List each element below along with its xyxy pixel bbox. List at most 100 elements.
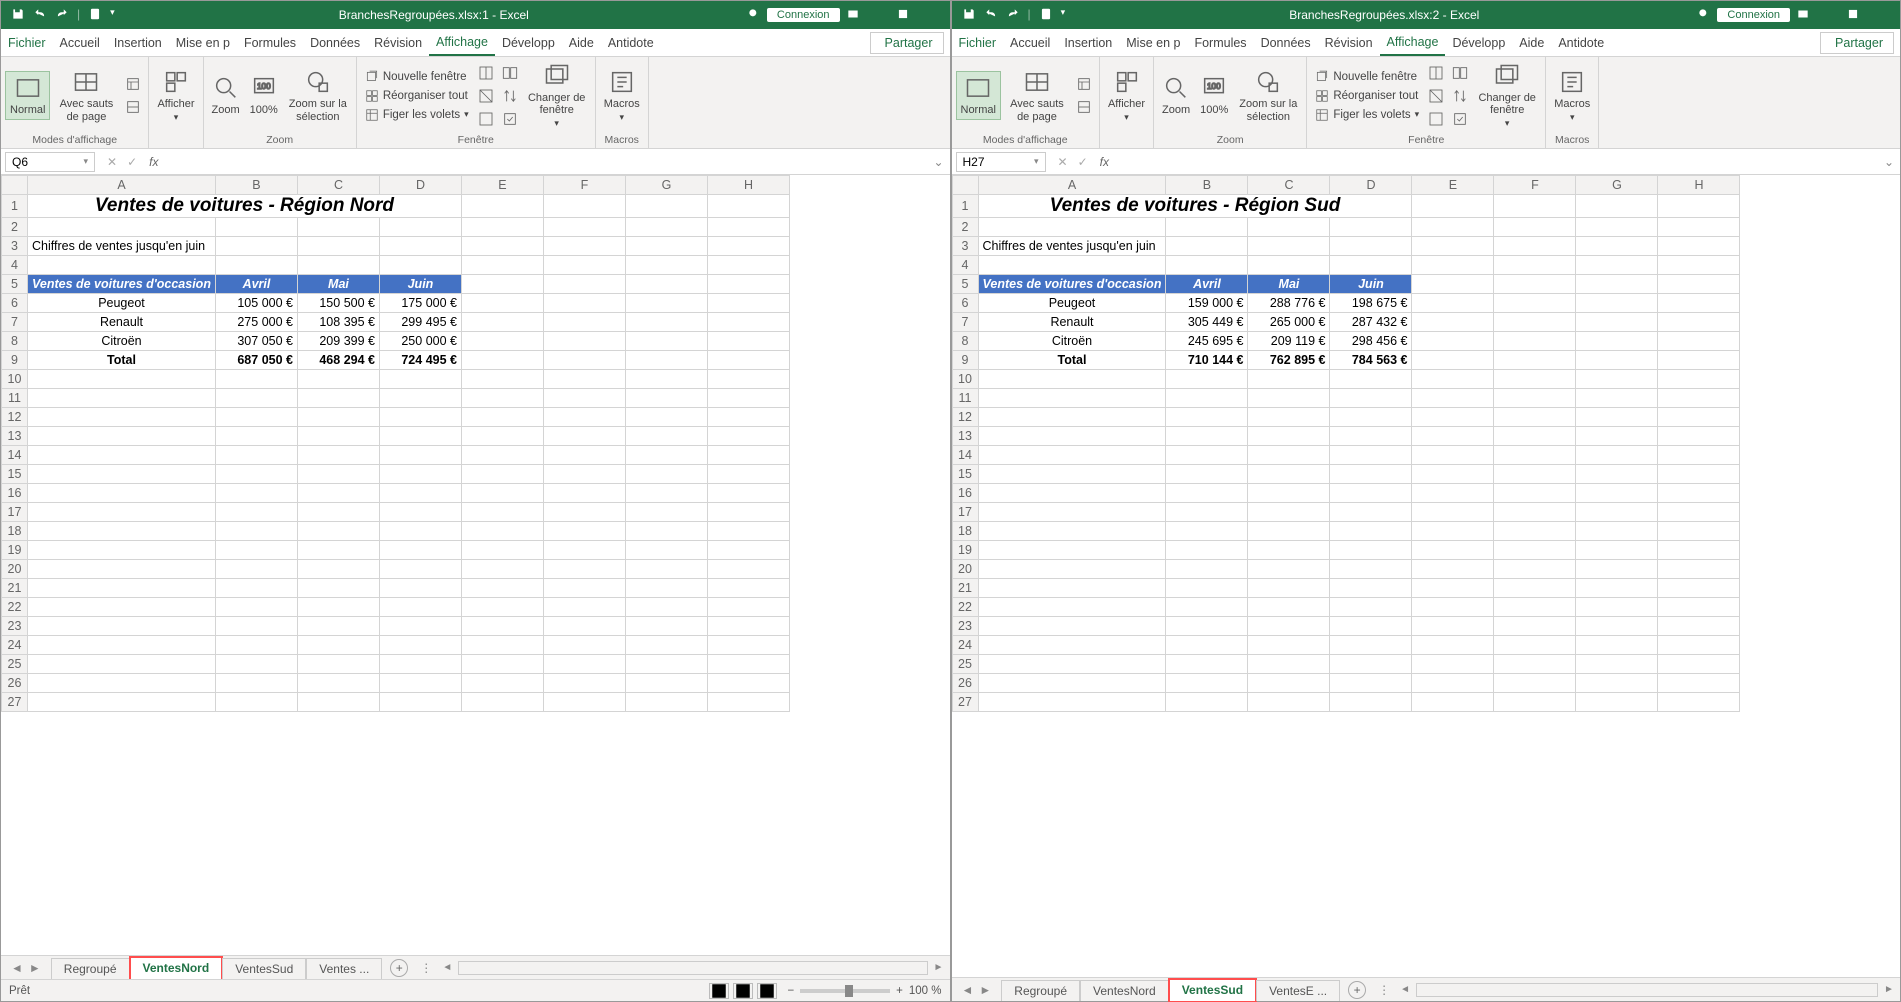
ribbon-display-icon[interactable] [1796,7,1810,24]
cell-H9[interactable] [1658,351,1740,370]
cell-A13[interactable] [28,427,216,446]
cell-B18[interactable] [1166,522,1248,541]
row-header-15[interactable]: 15 [952,465,978,484]
cell-G12[interactable] [1576,408,1658,427]
tab-formules[interactable]: Formules [1187,31,1253,55]
cell-B20[interactable] [1166,560,1248,579]
arrange-all-button[interactable]: Réorganiser tout [1311,87,1423,105]
cell-A19[interactable] [28,541,216,560]
cell-B20[interactable] [215,560,297,579]
zoom-button[interactable]: Zoom [208,72,244,118]
cell-E18[interactable] [461,522,543,541]
cell-C16[interactable] [1248,484,1330,503]
new-window-button[interactable]: Nouvelle fenêtre [1311,68,1423,86]
cell-G3[interactable] [625,237,707,256]
cell-D26[interactable] [379,674,461,693]
cell-E1[interactable] [1412,195,1494,218]
row-header-13[interactable]: 13 [2,427,28,446]
cell-H11[interactable] [707,389,789,408]
add-sheet-button[interactable]: + [1348,981,1366,999]
freeze-panes-button[interactable]: Figer les volets ▾ [361,106,473,124]
view-layout-status-icon[interactable] [733,983,753,999]
cell-C5[interactable]: Mai [297,275,379,294]
unhide-icon[interactable] [475,108,497,130]
cell-A8[interactable]: Citroën [978,332,1166,351]
cell-A9[interactable]: Total [28,351,216,370]
cell-G9[interactable] [625,351,707,370]
row-header-3[interactable]: 3 [952,237,978,256]
cell-G27[interactable] [1576,693,1658,712]
cell-C10[interactable] [1248,370,1330,389]
cell-F8[interactable] [543,332,625,351]
row-header-10[interactable]: 10 [2,370,28,389]
cell-D16[interactable] [379,484,461,503]
cell-A5[interactable]: Ventes de voitures d'occasion [978,275,1166,294]
view-side-icon[interactable] [499,62,521,84]
cell-G13[interactable] [1576,427,1658,446]
cell-A19[interactable] [978,541,1166,560]
cell-G16[interactable] [1576,484,1658,503]
touch-icon[interactable] [1039,7,1053,24]
row-header-12[interactable]: 12 [2,408,28,427]
row-header-1[interactable]: 1 [2,195,28,218]
connexion-button[interactable]: Connexion [767,8,840,22]
row-header-10[interactable]: 10 [952,370,978,389]
cell-E13[interactable] [1412,427,1494,446]
cell-H18[interactable] [707,522,789,541]
cell-F20[interactable] [543,560,625,579]
zoom-level[interactable]: 100 % [909,985,942,997]
cell-C23[interactable] [297,617,379,636]
row-header-26[interactable]: 26 [2,674,28,693]
cell-C23[interactable] [1248,617,1330,636]
cell-E14[interactable] [1412,446,1494,465]
cell-E25[interactable] [1412,655,1494,674]
cell-F17[interactable] [1494,503,1576,522]
cell-F21[interactable] [1494,579,1576,598]
share-button[interactable]: Partager [870,32,944,54]
sheet-tab-VentesNord[interactable]: VentesNord [1080,980,1169,1001]
cell-A23[interactable] [978,617,1166,636]
cell-D12[interactable] [379,408,461,427]
cell-G24[interactable] [1576,636,1658,655]
tab-antidote[interactable]: Antidote [1551,31,1611,55]
cell-E8[interactable] [1412,332,1494,351]
afficher-button[interactable]: Afficher▾ [153,66,198,124]
cell-H16[interactable] [1658,484,1740,503]
cell-E4[interactable] [1412,256,1494,275]
cell-D7[interactable]: 287 432 € [1330,313,1412,332]
cell-C4[interactable] [1248,256,1330,275]
cell-A10[interactable] [978,370,1166,389]
cell-H10[interactable] [1658,370,1740,389]
zoom-selection-button[interactable]: Zoom sur la sélection [284,66,352,124]
cell-A1[interactable]: Ventes de voitures - Région Sud [978,195,1412,218]
cell-E15[interactable] [1412,465,1494,484]
cell-D10[interactable] [379,370,461,389]
custom-views-icon[interactable] [122,96,144,118]
cell-H22[interactable] [1658,598,1740,617]
cell-G4[interactable] [1576,256,1658,275]
redo-icon[interactable] [55,7,69,24]
cell-F19[interactable] [1494,541,1576,560]
cell-F11[interactable] [543,389,625,408]
cell-G22[interactable] [625,598,707,617]
redo-icon[interactable] [1006,7,1020,24]
cell-E3[interactable] [1412,237,1494,256]
cell-A21[interactable] [28,579,216,598]
cell-D19[interactable] [1330,541,1412,560]
cell-C20[interactable] [1248,560,1330,579]
cell-B14[interactable] [215,446,297,465]
cell-A11[interactable] [28,389,216,408]
cell-D19[interactable] [379,541,461,560]
cell-C20[interactable] [297,560,379,579]
tab-affichage[interactable]: Affichage [429,30,495,56]
cell-E5[interactable] [461,275,543,294]
unhide-icon[interactable] [1425,108,1447,130]
cell-C15[interactable] [297,465,379,484]
cell-B4[interactable] [1166,256,1248,275]
cell-E6[interactable] [1412,294,1494,313]
cell-A14[interactable] [978,446,1166,465]
cell-F6[interactable] [543,294,625,313]
cell-C12[interactable] [1248,408,1330,427]
row-header-1[interactable]: 1 [952,195,978,218]
cell-E18[interactable] [1412,522,1494,541]
